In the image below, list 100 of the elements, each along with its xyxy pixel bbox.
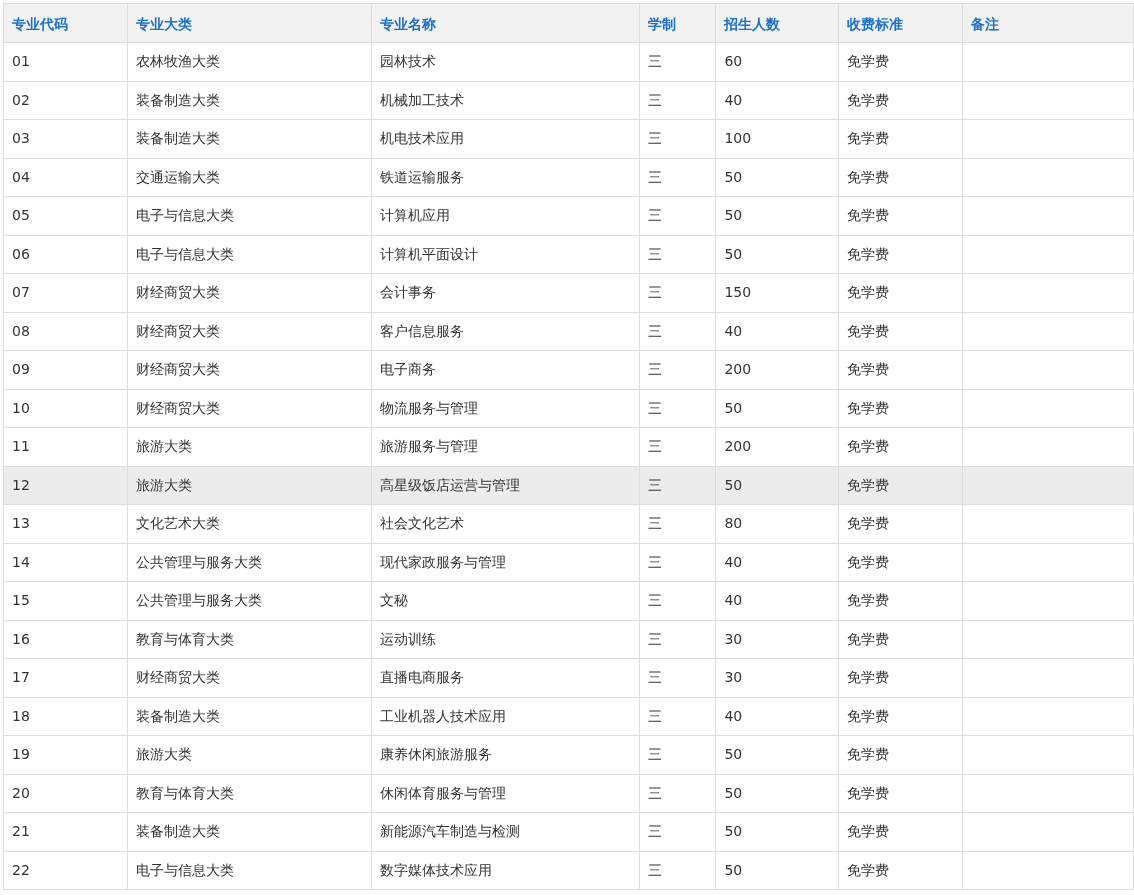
table-cell: 免学费	[838, 427, 963, 466]
table-cell: 财经商贸大类	[127, 350, 372, 389]
table-cell: 17	[3, 658, 128, 697]
table-cell: 计算机平面设计	[371, 235, 640, 274]
table-cell: 免学费	[838, 581, 963, 620]
table-cell: 三	[640, 851, 716, 890]
table-cell: 三	[640, 350, 716, 389]
table-row[interactable]: 06 电子与信息大类 计算机平面设计 三 50 免学费	[3, 235, 1134, 274]
table-cell: 新能源汽车制造与检测	[371, 812, 640, 851]
table-cell: 08	[3, 312, 128, 351]
table-row[interactable]: 07 财经商贸大类 会计事务 三 150 免学费	[3, 273, 1134, 312]
table-cell: 财经商贸大类	[127, 658, 372, 697]
table-cell: 30	[715, 620, 839, 659]
table-row[interactable]: 11 旅游大类 旅游服务与管理 三 200 免学费	[3, 427, 1134, 466]
table-row[interactable]: 09 财经商贸大类 电子商务 三 200 免学费	[3, 350, 1134, 389]
table-cell: 免学费	[838, 350, 963, 389]
table-row[interactable]: 03 装备制造大类 机电技术应用 三 100 免学费	[3, 119, 1134, 158]
table-row[interactable]: 10 财经商贸大类 物流服务与管理 三 50 免学费	[3, 389, 1134, 428]
table-cell: 电子商务	[371, 350, 640, 389]
table-cell: 机械加工技术	[371, 81, 640, 120]
table-cell: 15	[3, 581, 128, 620]
table-cell: 装备制造大类	[127, 812, 372, 851]
table-cell: 50	[715, 466, 839, 505]
table-cell: 装备制造大类	[127, 81, 372, 120]
table-cell: 40	[715, 543, 839, 582]
table-cell: 50	[715, 235, 839, 274]
table-row[interactable]: 13 文化艺术大类 社会文化艺术 三 80 免学费	[3, 504, 1134, 543]
table-row[interactable]: 17 财经商贸大类 直播电商服务 三 30 免学费	[3, 658, 1134, 697]
table-row[interactable]: 18 装备制造大类 工业机器人技术应用 三 40 免学费	[3, 697, 1134, 736]
table-row[interactable]: 08 财经商贸大类 客户信息服务 三 40 免学费	[3, 312, 1134, 351]
table-row[interactable]: 16 教育与体育大类 运动训练 三 30 免学费	[3, 620, 1134, 659]
table-cell: 06	[3, 235, 128, 274]
table-row[interactable]: 04 交通运输大类 铁道运输服务 三 50 免学费	[3, 158, 1134, 197]
table-cell: 免学费	[838, 119, 963, 158]
table-cell: 14	[3, 543, 128, 582]
table-cell: 旅游大类	[127, 735, 372, 774]
table-cell: 休闲体育服务与管理	[371, 774, 640, 813]
table-cell: 三	[640, 774, 716, 813]
table-cell: 康养休闲旅游服务	[371, 735, 640, 774]
table-row[interactable]: 02 装备制造大类 机械加工技术 三 40 免学费	[3, 81, 1134, 120]
table-cell: 免学费	[838, 466, 963, 505]
table-cell: 旅游大类	[127, 427, 372, 466]
table-cell: 22	[3, 851, 128, 890]
table-cell: 三	[640, 466, 716, 505]
table-cell: 电子与信息大类	[127, 235, 372, 274]
table-cell: 铁道运输服务	[371, 158, 640, 197]
table-cell: 免学费	[838, 312, 963, 351]
table-row[interactable]: 12 旅游大类 高星级饭店运营与管理 三 50 免学费	[3, 466, 1134, 505]
table-cell: 文化艺术大类	[127, 504, 372, 543]
table-cell: 150	[715, 273, 839, 312]
table-row[interactable]: 19 旅游大类 康养休闲旅游服务 三 50 免学费	[3, 735, 1134, 774]
table-row[interactable]: 20 教育与体育大类 休闲体育服务与管理 三 50 免学费	[3, 774, 1134, 813]
table-cell: 免学费	[838, 697, 963, 736]
table-cell: 数字媒体技术应用	[371, 851, 640, 890]
table-cell: 200	[715, 350, 839, 389]
table-cell: 免学费	[838, 235, 963, 274]
column-header: 专业代码	[3, 3, 128, 43]
table-cell: 免学费	[838, 42, 963, 81]
column-header: 备注	[962, 3, 1134, 43]
table-cell: 03	[3, 119, 128, 158]
table-cell: 财经商贸大类	[127, 389, 372, 428]
table-cell: 免学费	[838, 812, 963, 851]
table-cell: 200	[715, 427, 839, 466]
table-cell: 21	[3, 812, 128, 851]
table-cell: 三	[640, 543, 716, 582]
table-cell: 三	[640, 42, 716, 81]
table-cell: 免学费	[838, 543, 963, 582]
table-cell: 装备制造大类	[127, 697, 372, 736]
table-cell: 三	[640, 812, 716, 851]
table-cell: 40	[715, 581, 839, 620]
table-cell: 50	[715, 389, 839, 428]
table-cell: 50	[715, 774, 839, 813]
table-cell: 免学费	[838, 504, 963, 543]
table-cell: 文秘	[371, 581, 640, 620]
table-cell: 18	[3, 697, 128, 736]
column-header: 收费标准	[838, 3, 963, 43]
table-cell: 电子与信息大类	[127, 196, 372, 235]
table-cell: 三	[640, 119, 716, 158]
table-row[interactable]: 14 公共管理与服务大类 现代家政服务与管理 三 40 免学费	[3, 543, 1134, 582]
table-cell: 三	[640, 273, 716, 312]
table-cell: 旅游大类	[127, 466, 372, 505]
table-cell: 11	[3, 427, 128, 466]
table-cell: 三	[640, 620, 716, 659]
table-cell: 电子与信息大类	[127, 851, 372, 890]
table-cell: 教育与体育大类	[127, 620, 372, 659]
column-header: 专业名称	[371, 3, 640, 43]
table-cell: 04	[3, 158, 128, 197]
table-row[interactable]: 15 公共管理与服务大类 文秘 三 40 免学费	[3, 581, 1134, 620]
table-cell: 交通运输大类	[127, 158, 372, 197]
table-cell: 运动训练	[371, 620, 640, 659]
table-cell: 50	[715, 735, 839, 774]
table-row[interactable]: 21 装备制造大类 新能源汽车制造与检测 三 50 免学费	[3, 812, 1134, 851]
table-row[interactable]: 05 电子与信息大类 计算机应用 三 50 免学费	[3, 196, 1134, 235]
table-cell: 50	[715, 158, 839, 197]
table-cell: 公共管理与服务大类	[127, 543, 372, 582]
table-cell: 现代家政服务与管理	[371, 543, 640, 582]
table-cell: 12	[3, 466, 128, 505]
table-row[interactable]: 22 电子与信息大类 数字媒体技术应用 三 50 免学费	[3, 851, 1134, 890]
table-cell: 三	[640, 158, 716, 197]
table-row[interactable]: 01 农林牧渔大类 园林技术 三 60 免学费	[3, 42, 1134, 81]
